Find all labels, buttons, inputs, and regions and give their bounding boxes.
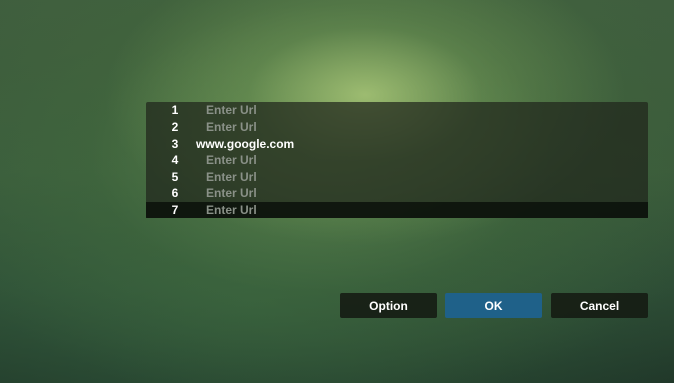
url-row-5[interactable]: 5 Enter Url: [146, 169, 648, 185]
row-number: 1: [171, 103, 179, 117]
url-row-2[interactable]: 2 Enter Url: [146, 119, 648, 135]
option-button[interactable]: Option: [340, 293, 437, 318]
url-placeholder: Enter Url: [206, 170, 257, 184]
url-placeholder: Enter Url: [206, 103, 257, 117]
url-row-7-selected[interactable]: 7 Enter Url: [146, 202, 648, 218]
url-value: www.google.com: [196, 137, 295, 151]
row-number: 3: [171, 137, 179, 151]
row-number: 6: [171, 186, 179, 200]
url-placeholder: Enter Url: [206, 153, 257, 167]
row-number: 4: [171, 153, 179, 167]
ok-button[interactable]: OK: [445, 293, 542, 318]
url-placeholder: Enter Url: [206, 186, 257, 200]
row-number: 2: [171, 120, 179, 134]
url-row-3[interactable]: 3 www.google.com: [146, 136, 648, 152]
url-row-1[interactable]: 1 Enter Url: [146, 102, 648, 118]
url-row-6[interactable]: 6 Enter Url: [146, 185, 648, 201]
cancel-button[interactable]: Cancel: [551, 293, 648, 318]
row-number: 5: [171, 170, 179, 184]
url-list-panel: 1 Enter Url 2 Enter Url 3 www.google.com…: [146, 102, 648, 218]
url-row-4[interactable]: 4 Enter Url: [146, 152, 648, 168]
url-placeholder: Enter Url: [206, 203, 257, 217]
url-placeholder: Enter Url: [206, 120, 257, 134]
row-number: 7: [171, 203, 179, 217]
